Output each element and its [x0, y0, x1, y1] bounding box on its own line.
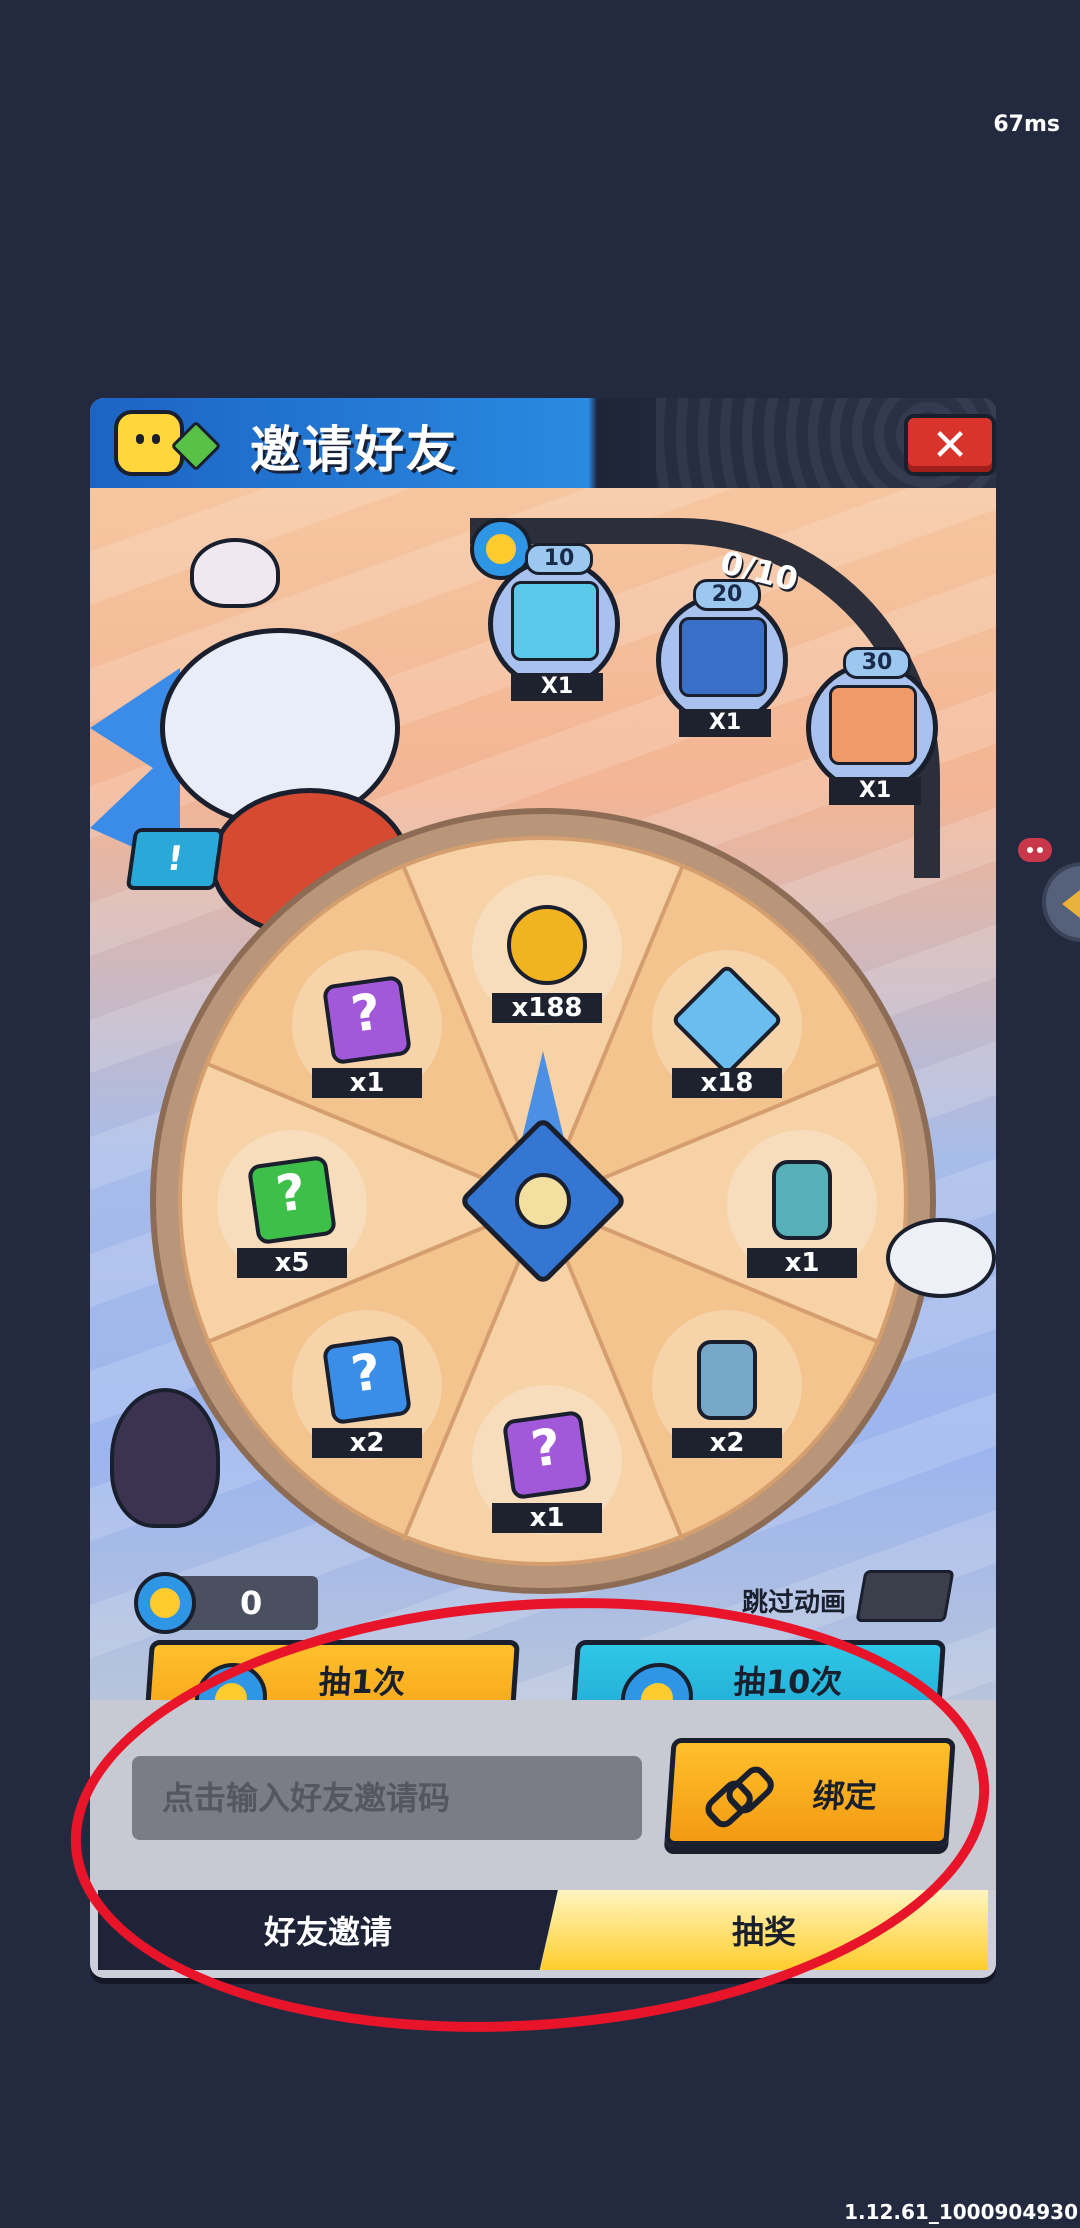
- version-label: 1.12.61_1000904930: [844, 2200, 1078, 2224]
- energy-battery-icon: [772, 1160, 832, 1240]
- milestone-reward-10[interactable]: 10 X1: [488, 543, 620, 701]
- wheel-segments: x188 x18 x1 x2 ? x1 ? x2 ? x5 ? x1: [178, 836, 908, 1566]
- info-button[interactable]: !: [125, 828, 225, 890]
- milestone-threshold: 30: [843, 647, 911, 679]
- slot-quantity: x1: [747, 1248, 857, 1278]
- milestone-threshold: 20: [693, 579, 761, 611]
- milestone-reward-30[interactable]: 30 X1: [806, 647, 938, 805]
- milestone-count: X1: [511, 673, 603, 701]
- notification-dot: [1018, 838, 1052, 862]
- tab-friend-invite[interactable]: 好友邀请: [98, 1890, 558, 1970]
- paw-icon: [515, 1173, 571, 1229]
- mystery-card-green-icon: [246, 1154, 338, 1246]
- star-card-icon: [829, 685, 917, 765]
- wheel-slot-card-purple: x1: [472, 1385, 622, 1535]
- slot-quantity: x1: [492, 1503, 602, 1533]
- mystery-card-purple-icon: [501, 1409, 593, 1501]
- milestone-reward-20[interactable]: 20 X1: [656, 579, 788, 737]
- slot-quantity: x2: [312, 1428, 422, 1458]
- tab-bar: 好友邀请 抽奖: [90, 1890, 996, 1978]
- seal-character: [886, 1218, 996, 1298]
- wheel-slot-can: x2: [652, 1310, 802, 1460]
- paw-card-icon: [679, 617, 767, 697]
- ticket-icon: [134, 1572, 196, 1634]
- side-expand-button[interactable]: [1042, 862, 1080, 942]
- slot-quantity: x18: [672, 1068, 782, 1098]
- penguin-character: [110, 1388, 220, 1528]
- panel-header: 邀请好友 ✕: [90, 398, 996, 488]
- link-icon: [705, 1765, 769, 1821]
- milestone-count: X1: [829, 777, 921, 805]
- character-pack-icon: [511, 581, 599, 661]
- mystery-card-purple-icon: [321, 974, 413, 1066]
- ghost-character: [190, 538, 280, 608]
- draw-ten-label: 抽10次: [732, 1663, 844, 1701]
- gold-coins-icon: [507, 905, 587, 985]
- skip-animation-label: 跳过动画: [742, 1588, 847, 1618]
- wheel-slot-card-green: x5: [217, 1130, 367, 1280]
- ticket-count: 0: [240, 1584, 263, 1622]
- page-title: 邀请好友: [250, 421, 458, 479]
- wheel-slot-gems: x18: [652, 950, 802, 1100]
- slot-quantity: x188: [492, 993, 602, 1023]
- bind-button[interactable]: 绑定: [664, 1738, 956, 1846]
- lottery-scene: ! 0/10 10 X1 20 X1 30 X1 x188 x18 x1 x2 …: [90, 488, 996, 1754]
- draw-once-label: 抽1次: [317, 1663, 407, 1701]
- slot-quantity: x5: [237, 1248, 347, 1278]
- ping-indicator: 67ms: [993, 112, 1060, 137]
- invite-code-section: 绑定: [90, 1700, 996, 1890]
- wheel-slot-card-purple: x1: [292, 950, 442, 1100]
- invite-friends-panel: 邀请好友 ✕ ! 0/10 10 X1 20 X1 30 X1 x188 x18…: [90, 398, 996, 1978]
- wheel-slot-card-blue: x2: [292, 1310, 442, 1460]
- close-button[interactable]: ✕: [904, 414, 996, 476]
- milestone-threshold: 10: [525, 543, 593, 575]
- tab-lottery[interactable]: 抽奖: [540, 1890, 988, 1970]
- wheel-slot-battery: x1: [727, 1130, 877, 1280]
- slot-quantity: x1: [312, 1068, 422, 1098]
- milestone-count: X1: [679, 709, 771, 737]
- slot-quantity: x2: [672, 1428, 782, 1458]
- prize-wheel[interactable]: x188 x18 x1 x2 ? x1 ? x2 ? x5 ? x1: [150, 808, 936, 1594]
- skip-animation-toggle[interactable]: [855, 1570, 955, 1622]
- canister-icon: [697, 1340, 757, 1420]
- mystery-card-blue-icon: [321, 1334, 413, 1426]
- invite-code-input[interactable]: [132, 1756, 642, 1840]
- wheel-slot-coins: x188: [472, 875, 622, 1025]
- bind-button-label: 绑定: [811, 1777, 879, 1815]
